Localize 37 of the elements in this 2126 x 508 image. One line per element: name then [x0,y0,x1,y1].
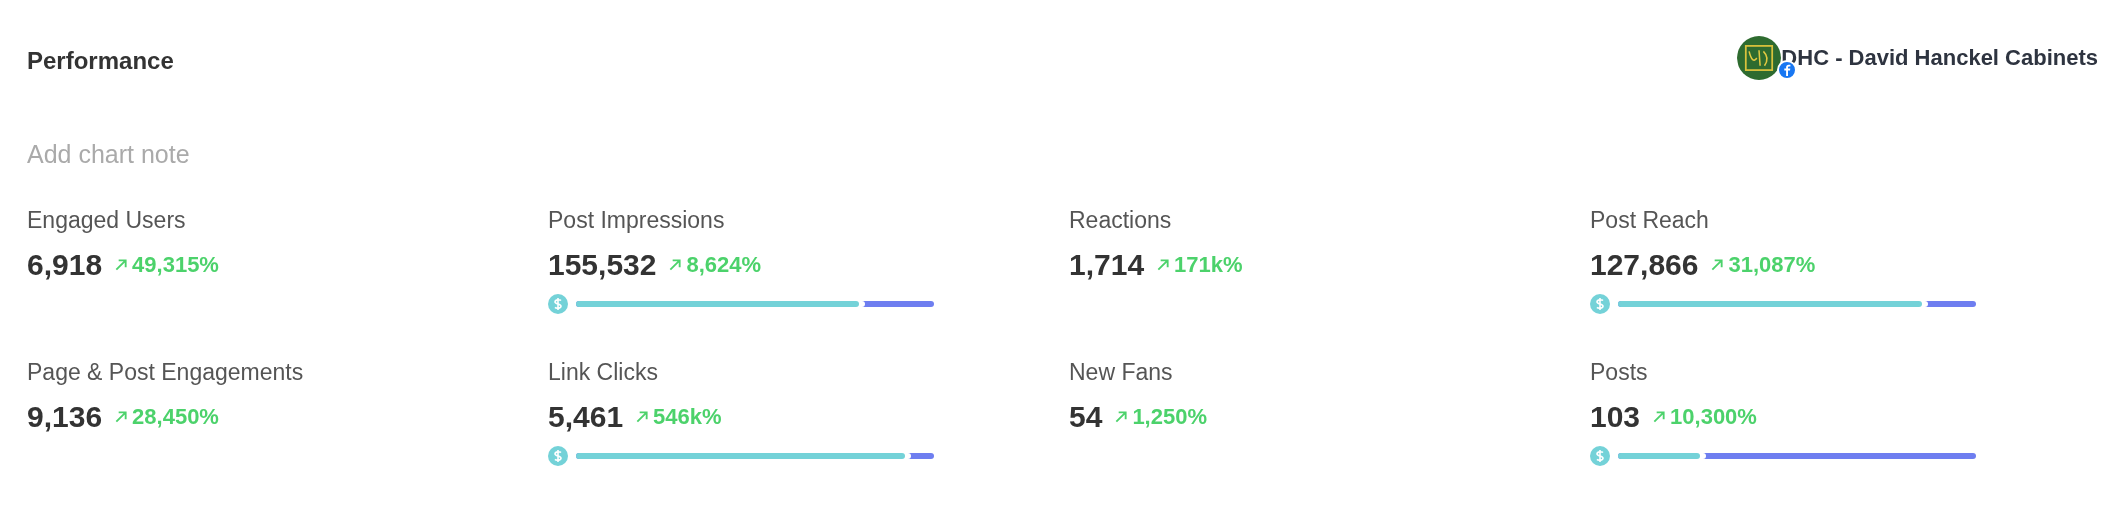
metric-label: Link Clicks [548,359,659,386]
metric-change: 171k% [1174,252,1243,278]
trend-up-icon [1710,258,1725,272]
metric-value: 103 [1590,400,1641,434]
metric-value: 6,918 [27,248,103,282]
metric-label: Post Reach [1590,207,1710,234]
metric-value: 54 [1069,400,1103,434]
trend-up-icon [668,258,683,272]
metric-label: New Fans [1069,359,1174,386]
dollar-icon [548,294,568,314]
metric-change: 31,087% [1728,252,1816,278]
metric-change: 546k% [653,404,722,430]
trend-up-icon [1156,258,1171,272]
metric-change: 1,250% [1132,404,1207,430]
metric-label: Posts [1590,359,1649,386]
metric-value: 155,532 [548,248,657,282]
metric-change: 49,315% [132,252,219,278]
trend-up-icon [635,410,650,424]
metric-value: 9,136 [27,400,103,434]
dollar-icon [1590,294,1610,314]
metric-change: 28,450% [132,404,219,430]
metric-value: 1,714 [1069,248,1145,282]
metric-change: 8,624% [686,252,762,278]
metric-label: Engaged Users [27,207,187,234]
section-title: Performance [27,47,174,75]
metric-value: 127,866 [1590,248,1699,282]
metric-value: 5,461 [548,400,624,434]
trend-up-icon [1114,410,1129,424]
metric-label: Post Impressions [548,207,726,234]
metric-label: Page & Post Engagements [27,359,305,386]
trend-up-icon [1652,410,1667,424]
metric-label: Reactions [1069,207,1173,234]
dollar-icon [548,446,568,466]
metric-change: 10,300% [1670,404,1757,430]
dollar-icon [1590,446,1610,466]
trend-up-icon [114,258,129,272]
trend-up-icon [114,410,129,424]
